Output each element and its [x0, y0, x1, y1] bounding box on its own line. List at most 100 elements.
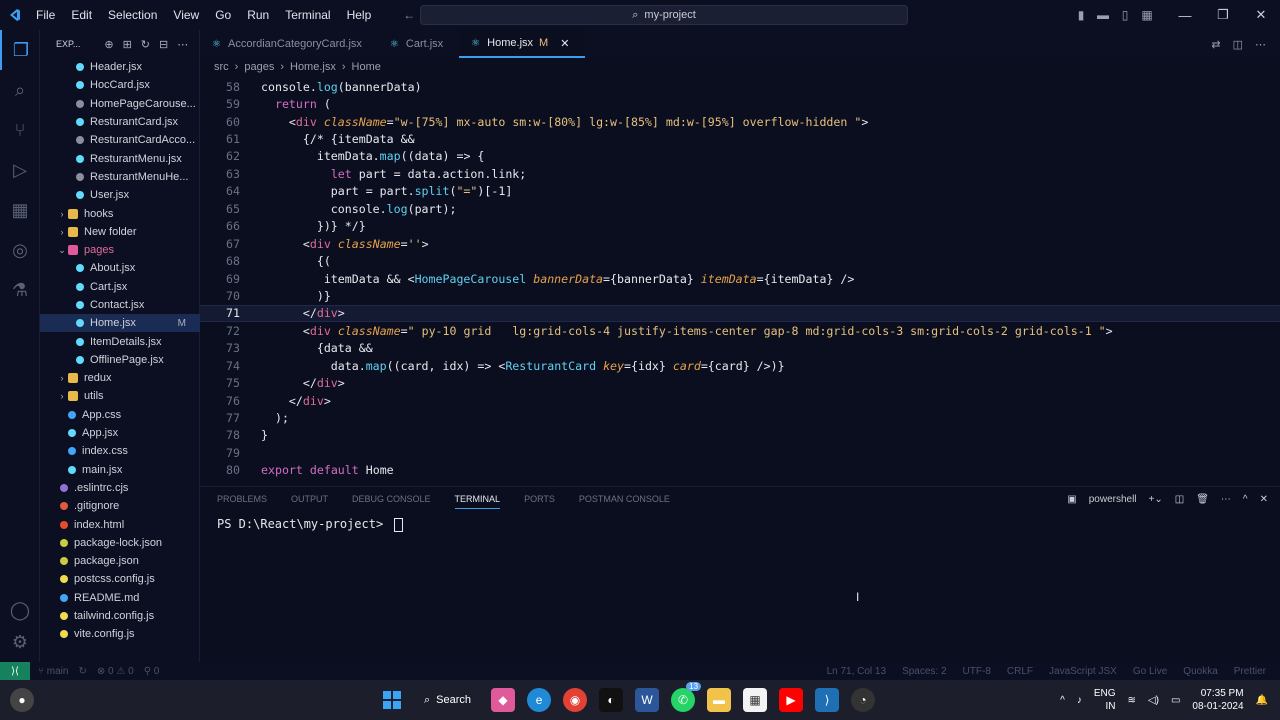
extensions-icon[interactable]: ▦ [0, 190, 40, 230]
tree-folder[interactable]: › hooks [40, 204, 200, 222]
refresh-icon[interactable]: ↻ [141, 38, 150, 51]
new-folder-icon[interactable]: ⊞ [123, 38, 132, 51]
toggle-secondary-sidebar-icon[interactable]: ▯ [1114, 0, 1136, 30]
tree-file[interactable]: package-lock.json [40, 534, 200, 552]
code-line[interactable]: 80 export default Home [200, 462, 1280, 479]
taskbar-search[interactable]: ⌕ Search [416, 694, 479, 707]
manage-gear-icon[interactable]: ⚙ [0, 622, 40, 662]
menu-item-run[interactable]: Run [239, 8, 277, 22]
shell-label[interactable]: powershell [1089, 494, 1137, 505]
file-explorer-icon[interactable]: ▬ [707, 688, 732, 712]
code-line[interactable]: 65 console.log(part); [200, 200, 1280, 217]
customize-layout-icon[interactable]: ▦ [1136, 0, 1158, 30]
battery-icon[interactable]: ▭ [1171, 695, 1180, 706]
menu-item-selection[interactable]: Selection [100, 8, 165, 22]
tree-file[interactable]: ResturantMenu.jsx [40, 149, 200, 167]
prettier-status[interactable]: Prettier [1234, 666, 1266, 677]
code-line[interactable]: 66 })} */} [200, 218, 1280, 235]
code-line[interactable]: 76 </div> [200, 392, 1280, 409]
tree-file[interactable]: main.jsx [40, 461, 200, 479]
windows-start-icon[interactable] [380, 688, 404, 712]
tree-file[interactable]: package.json [40, 552, 200, 570]
menu-item-terminal[interactable]: Terminal [277, 8, 338, 22]
split-terminal-icon[interactable]: ◫ [1175, 494, 1184, 505]
code-line[interactable]: 77 ); [200, 409, 1280, 426]
tray-chevron-icon[interactable]: ^ [1060, 695, 1065, 706]
source-control-icon[interactable]: ⑂ [0, 110, 40, 150]
tree-file[interactable]: About.jsx [40, 259, 200, 277]
tab-cart-jsx[interactable]: ⚛ Cart.jsx [378, 30, 459, 58]
word-icon[interactable]: W [635, 688, 660, 712]
tab-home-jsx[interactable]: ⚛ Home.jsx M ✕ [459, 30, 586, 58]
code-line[interactable]: 74 data.map((card, idx) => <ResturantCar… [200, 357, 1280, 374]
restore-button[interactable]: ❐ [1204, 0, 1242, 30]
problems-status[interactable]: ⊗ 0 ⚠ 0 [97, 666, 134, 677]
close-window-button[interactable]: ✕ [1242, 0, 1280, 30]
panel-tab-debug-console[interactable]: DEBUG CONSOLE [352, 494, 431, 504]
more-actions-icon[interactable]: ⋯ [177, 38, 188, 51]
menu-item-go[interactable]: Go [207, 8, 239, 22]
tree-file[interactable]: tailwind.config.js [40, 607, 200, 625]
code-line[interactable]: 69 itemData && <HomePageCarousel bannerD… [200, 270, 1280, 287]
store-icon[interactable]: ▦ [743, 688, 768, 712]
tree-folder[interactable]: ⌄ pages [40, 241, 200, 259]
vscode-taskbar-icon[interactable]: ⟩ [815, 688, 840, 712]
panel-tab-output[interactable]: OUTPUT [291, 494, 328, 504]
tree-file[interactable]: vite.config.js [40, 625, 200, 643]
go-live-button[interactable]: Go Live [1133, 666, 1167, 677]
tab-accordiancategorycard-jsx[interactable]: ⚛ AccordianCategoryCard.jsx [200, 30, 378, 58]
code-line[interactable]: 63 let part = data.action.link; [200, 165, 1280, 182]
panel-tab-problems[interactable]: PROBLEMS [217, 494, 267, 504]
back-arrow-icon[interactable]: ← [403, 8, 415, 22]
tree-file[interactable]: .gitignore [40, 497, 200, 515]
search-view-icon[interactable]: ⌕ [0, 70, 40, 110]
testing-icon[interactable]: ⚗ [0, 270, 40, 310]
encoding[interactable]: UTF-8 [963, 666, 991, 677]
minimize-button[interactable]: — [1166, 0, 1204, 30]
tree-folder[interactable]: › New folder [40, 223, 200, 241]
youtube-icon[interactable]: ▶ [779, 688, 804, 712]
code-line[interactable]: 79 [200, 444, 1280, 461]
branch-status[interactable]: ⑂ main [38, 666, 68, 677]
run-debug-icon[interactable]: ▷ [0, 150, 40, 190]
code-line[interactable]: 67 <div className=''> [200, 235, 1280, 252]
notification-bell-icon[interactable]: 🔔 [1256, 695, 1268, 706]
tree-folder[interactable]: › utils [40, 387, 200, 405]
toggle-primary-sidebar-icon[interactable]: ▮ [1070, 0, 1092, 30]
language-mode[interactable]: JavaScript JSX [1049, 666, 1117, 677]
more-actions-icon[interactable]: ⋯ [1255, 38, 1266, 51]
breadcrumb-item[interactable]: src [214, 61, 229, 73]
clock[interactable]: 07:35 PM 08-01-2024 [1192, 687, 1243, 713]
tree-file[interactable]: Home.jsx M [40, 314, 200, 333]
sync-icon[interactable]: ↻ [78, 666, 86, 677]
panel-tab-postman-console[interactable]: POSTMAN CONSOLE [579, 494, 670, 504]
close-tab-icon[interactable]: ✕ [560, 37, 569, 50]
quokka-status[interactable]: Quokka [1183, 666, 1217, 677]
menu-item-help[interactable]: Help [339, 8, 380, 22]
new-terminal-icon[interactable]: +⌄ [1149, 494, 1163, 505]
code-line[interactable]: 60 <div className="w-[75%] mx-auto sm:w-… [200, 113, 1280, 130]
explorer-icon[interactable]: ❐ [0, 30, 40, 70]
tree-file[interactable]: Header.jsx [40, 58, 200, 76]
split-editor-icon[interactable]: ◫ [1233, 38, 1243, 51]
menu-item-view[interactable]: View [165, 8, 207, 22]
code-line[interactable]: 70 )} [200, 287, 1280, 304]
more-actions-icon[interactable]: ⋯ [1221, 494, 1231, 505]
compare-changes-icon[interactable]: ⇄ [1211, 38, 1220, 51]
command-center[interactable]: ⌕ my-project [420, 5, 908, 25]
code-line[interactable]: 75 </div> [200, 374, 1280, 391]
code-line[interactable]: 64 part = part.split("=")[-1] [200, 183, 1280, 200]
code-line[interactable]: 62 itemData.map((data) => { [200, 148, 1280, 165]
volume-icon[interactable]: ◁) [1148, 695, 1159, 706]
tree-file[interactable]: ResturantMenuHe... [40, 168, 200, 186]
tree-file[interactable]: HocCard.jsx [40, 76, 200, 94]
ports-status[interactable]: ⚲ 0 [144, 666, 160, 677]
remote-indicator-icon[interactable]: ⟩⟨ [0, 662, 30, 680]
maximize-panel-icon[interactable]: ^ [1243, 494, 1248, 505]
close-panel-icon[interactable]: ✕ [1260, 494, 1268, 505]
tree-file[interactable]: HomePageCarouse... [40, 95, 200, 113]
code-line[interactable]: 78} [200, 427, 1280, 444]
panel-tab-terminal[interactable]: TERMINAL [454, 494, 501, 509]
code-line[interactable]: 71 </div> [200, 304, 1280, 323]
breadcrumb-item[interactable]: Home.jsx [290, 61, 336, 73]
